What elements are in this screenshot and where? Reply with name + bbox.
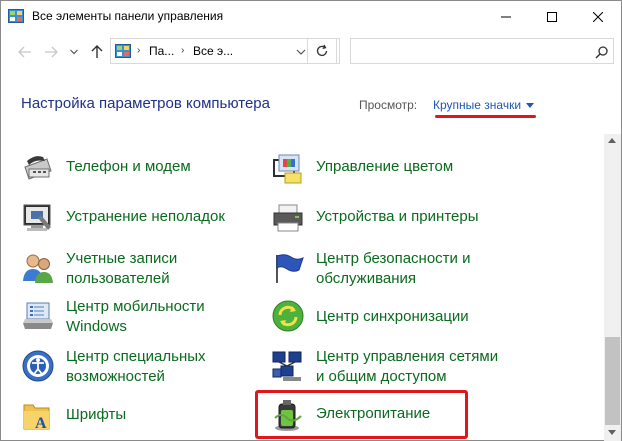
item-sync-center[interactable]: Центр синхронизации bbox=[271, 299, 571, 333]
item-label-line-2[interactable]: Windows bbox=[66, 317, 127, 337]
dropdown-arrow-icon[interactable] bbox=[526, 102, 535, 108]
item-troubleshooting[interactable]: Устранение неполадок bbox=[21, 201, 251, 235]
item-label-line-2[interactable]: обслуживания bbox=[316, 269, 416, 289]
control-panel-icon bbox=[115, 44, 131, 58]
breadcrumb-separator[interactable]: › bbox=[137, 45, 140, 56]
chevron-down-icon bbox=[70, 49, 78, 55]
item-color-management[interactable]: Управление цветом bbox=[271, 151, 571, 185]
item-label[interactable]: Центр синхронизации bbox=[316, 307, 469, 327]
arrow-up-icon bbox=[91, 45, 103, 58]
item-label[interactable]: Телефон и модем bbox=[66, 157, 191, 177]
address-bar[interactable]: › Па... › Все э... bbox=[110, 38, 340, 64]
phone-modem-icon bbox=[24, 156, 52, 180]
item-label[interactable]: Шрифты bbox=[66, 405, 126, 425]
item-label[interactable]: Устройства и принтеры bbox=[316, 207, 478, 227]
breadcrumb-control-panel[interactable]: Па... bbox=[149, 44, 174, 58]
item-label-line-2[interactable]: и общим доступом bbox=[316, 367, 447, 387]
item-label-line-1[interactable]: Центр безопасности и bbox=[316, 249, 470, 269]
scrollbar-thumb[interactable] bbox=[605, 337, 620, 425]
devices-printers-icon bbox=[273, 204, 303, 232]
search-input[interactable] bbox=[355, 42, 585, 60]
item-ease-of-access[interactable]: Центр специальных возможностей bbox=[21, 347, 251, 387]
title-bar[interactable]: Все элементы панели управления bbox=[1, 1, 621, 32]
minimize-icon bbox=[501, 16, 511, 17]
maximize-icon bbox=[547, 11, 557, 22]
arrow-left-icon bbox=[18, 46, 31, 58]
up-button[interactable] bbox=[89, 44, 105, 60]
navigation-bar: › Па... › Все э... bbox=[1, 32, 621, 74]
minimize-button[interactable] bbox=[483, 1, 529, 32]
search-icon[interactable] bbox=[595, 45, 609, 59]
page-title: Настройка параметров компьютера bbox=[21, 95, 270, 112]
search-box[interactable] bbox=[350, 38, 614, 64]
troubleshooting-icon bbox=[23, 204, 51, 231]
color-management-icon bbox=[273, 154, 302, 184]
close-icon bbox=[593, 11, 603, 22]
sync-center-icon bbox=[272, 300, 304, 332]
annotation-underline bbox=[435, 115, 536, 118]
forward-button[interactable] bbox=[43, 44, 59, 60]
item-security-maintenance[interactable]: Центр безопасности и обслуживания bbox=[271, 249, 571, 289]
mobility-center-icon bbox=[23, 302, 53, 329]
close-button[interactable] bbox=[575, 1, 621, 32]
control-panel-icon bbox=[8, 9, 24, 23]
refresh-icon bbox=[316, 44, 328, 57]
user-accounts-icon bbox=[23, 254, 53, 283]
view-by-label: Просмотр: bbox=[359, 98, 418, 112]
item-label-line-1[interactable]: Центр специальных bbox=[66, 347, 206, 367]
recent-locations-button[interactable] bbox=[69, 44, 79, 60]
item-label-line-1[interactable]: Центр мобильности bbox=[66, 297, 205, 317]
ease-of-access-icon bbox=[22, 350, 54, 382]
item-mobility-center[interactable]: Центр мобильности Windows bbox=[21, 297, 251, 337]
back-button[interactable] bbox=[17, 44, 33, 60]
svg-text:A: A bbox=[35, 415, 47, 432]
item-user-accounts[interactable]: Учетные записи пользователей bbox=[21, 249, 251, 289]
maximize-button[interactable] bbox=[529, 1, 575, 32]
view-by-dropdown[interactable]: Крупные значки bbox=[433, 98, 535, 112]
item-label[interactable]: Устранение неполадок bbox=[66, 207, 225, 227]
breadcrumb-all-items[interactable]: Все э... bbox=[193, 44, 233, 58]
item-network-sharing[interactable]: Центр управления сетями и общим доступом bbox=[271, 347, 571, 387]
annotation-highlight-box bbox=[255, 390, 468, 439]
refresh-button[interactable] bbox=[307, 38, 337, 64]
control-panel-window: Все элементы панели управления › Па... ›… bbox=[0, 0, 622, 441]
scroll-up-icon[interactable] bbox=[608, 138, 616, 143]
scroll-down-icon[interactable] bbox=[608, 430, 616, 435]
item-label[interactable]: Управление цветом bbox=[316, 157, 453, 177]
chevron-down-icon[interactable] bbox=[295, 47, 307, 57]
arrow-right-icon bbox=[45, 46, 58, 58]
window-title: Все элементы панели управления bbox=[32, 9, 224, 23]
fonts-folder-icon: A bbox=[23, 404, 50, 432]
vertical-scrollbar[interactable] bbox=[604, 134, 621, 441]
network-sharing-icon bbox=[272, 351, 302, 381]
item-devices-printers[interactable]: Устройства и принтеры bbox=[271, 201, 571, 235]
item-phone-modem[interactable]: Телефон и модем bbox=[21, 151, 251, 185]
view-by-value[interactable]: Крупные значки bbox=[433, 98, 521, 112]
item-label-line-1[interactable]: Центр управления сетями bbox=[316, 347, 498, 367]
item-fonts[interactable]: A Шрифты bbox=[21, 399, 251, 433]
item-label-line-2[interactable]: возможностей bbox=[66, 367, 165, 387]
item-label-line-2[interactable]: пользователей bbox=[66, 269, 170, 289]
security-flag-icon bbox=[276, 254, 304, 283]
breadcrumb-separator[interactable]: › bbox=[181, 45, 184, 56]
item-label-line-1[interactable]: Учетные записи bbox=[66, 249, 177, 269]
